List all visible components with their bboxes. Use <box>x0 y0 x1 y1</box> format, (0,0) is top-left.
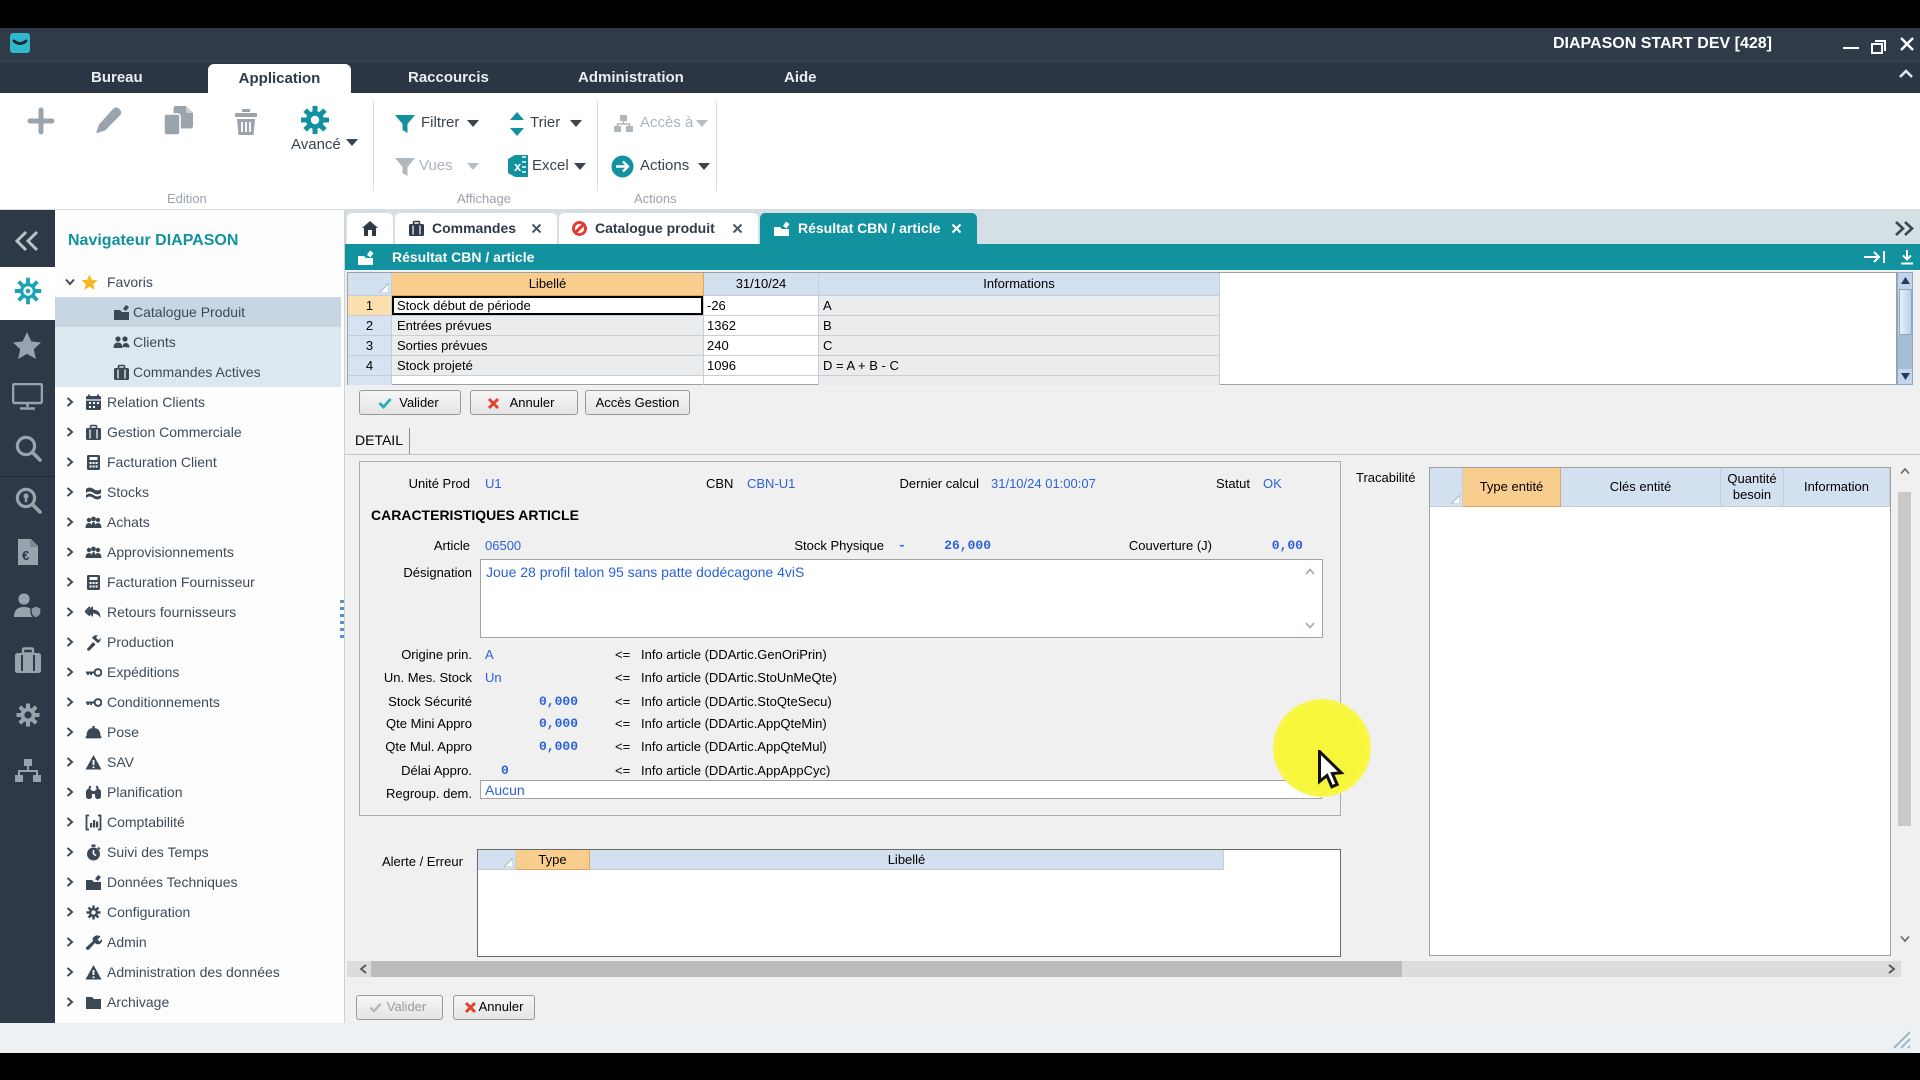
svg-text:€: € <box>22 548 29 563</box>
svg-text:x: x <box>514 159 522 174</box>
